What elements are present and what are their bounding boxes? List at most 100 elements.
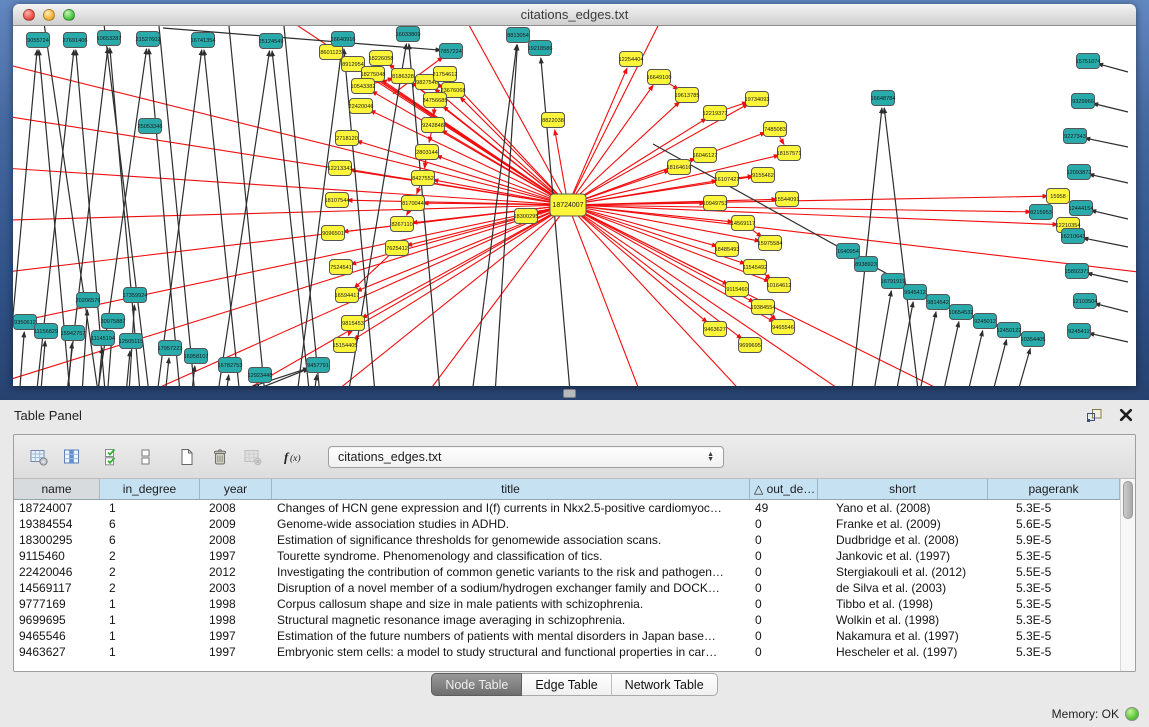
- table-row[interactable]: 977716911998Corpus callosum shape and si…: [14, 596, 1135, 612]
- graph-node[interactable]: 8427552: [412, 171, 435, 186]
- graph-node[interactable]: 7857224: [440, 44, 463, 59]
- graph-node[interactable]: 1640954: [837, 244, 860, 259]
- graph-node[interactable]: 12450122: [997, 323, 1022, 338]
- graph-node[interactable]: 16648784: [871, 91, 896, 106]
- graph-node[interactable]: 10543382: [351, 79, 376, 94]
- graph-node[interactable]: 15975584: [758, 236, 783, 251]
- graph-node[interactable]: 15942757: [61, 326, 86, 341]
- graph-node[interactable]: 12213343: [328, 161, 353, 176]
- table-vertical-scrollbar[interactable]: [1120, 479, 1135, 671]
- graph-node[interactable]: 19384554: [751, 300, 776, 315]
- graph-node[interactable]: 9055724: [27, 33, 50, 48]
- deselect-all-button[interactable]: [131, 441, 161, 473]
- select-all-button[interactable]: [98, 441, 128, 473]
- column-header-short[interactable]: short: [818, 479, 988, 499]
- graph-node[interactable]: 18107544: [325, 193, 350, 208]
- graph-node[interactable]: 8813054: [507, 28, 530, 43]
- close-window-button[interactable]: [23, 9, 35, 21]
- float-panel-button[interactable]: [1086, 408, 1103, 423]
- graph-node[interactable]: 30975887: [101, 314, 126, 329]
- graph-node[interactable]: 15751074: [1076, 54, 1101, 69]
- graph-node[interactable]: 16107427: [715, 172, 740, 187]
- graph-node[interactable]: 9945412: [904, 285, 927, 300]
- scrollbar-thumb[interactable]: [1123, 481, 1133, 519]
- graph-node[interactable]: 11545492: [743, 260, 767, 275]
- graph-node[interactable]: 2803144: [416, 145, 439, 160]
- graph-node[interactable]: 15544091: [775, 192, 800, 207]
- graph-node[interactable]: 15958: [1047, 189, 1070, 204]
- graph-node[interactable]: 16033809: [396, 27, 421, 42]
- graph-node[interactable]: 25053346: [138, 119, 163, 134]
- graph-node[interactable]: 9245012: [974, 314, 997, 329]
- table-row[interactable]: 1872400712008Changes of HCN gene express…: [14, 500, 1135, 516]
- graph-node[interactable]: 14569117: [731, 216, 755, 231]
- graph-node[interactable]: 19218586: [528, 41, 553, 56]
- new-column-button[interactable]: [172, 441, 202, 473]
- graph-node[interactable]: 10354405: [1021, 332, 1046, 347]
- graph-node[interactable]: 7524541: [330, 260, 353, 275]
- graph-node[interactable]: 27691406: [63, 33, 88, 48]
- graph-node[interactable]: 8170044: [402, 196, 425, 211]
- graph-node[interactable]: 9463627: [704, 322, 727, 337]
- table-row[interactable]: 969969511998Structural magnetic resonanc…: [14, 612, 1135, 628]
- network-canvas[interactable]: 1872400786011238912954182260581827504810…: [13, 26, 1136, 386]
- graph-node[interactable]: 8215953: [1030, 205, 1053, 220]
- table-row[interactable]: 1938455462009Genome-wide association stu…: [14, 516, 1135, 532]
- graph-node[interactable]: 25124549: [259, 34, 284, 49]
- graph-node[interactable]: 9814542: [927, 295, 950, 310]
- graph-node[interactable]: 17957223: [158, 341, 183, 356]
- graph-node[interactable]: 12254404: [619, 52, 644, 67]
- graph-node[interactable]: 8822038: [542, 113, 565, 128]
- table-row[interactable]: 1456911722003Disruption of a novel membe…: [14, 580, 1135, 596]
- tab-node-table[interactable]: Node Table: [431, 673, 522, 696]
- graph-node[interactable]: 9096501: [322, 226, 345, 241]
- graph-node[interactable]: 16791919: [881, 274, 906, 289]
- graph-node[interactable]: 34756685: [423, 93, 448, 108]
- graph-node[interactable]: 11145194: [91, 331, 115, 346]
- column-header-pagerank[interactable]: pagerank: [988, 479, 1120, 499]
- graph-node[interactable]: 10949753: [703, 196, 728, 211]
- graph-node[interactable]: 16782753: [218, 358, 243, 373]
- graph-node[interactable]: 9699695: [739, 338, 762, 353]
- graph-node[interactable]: 19734093: [745, 92, 770, 107]
- graph-node[interactable]: 18157571: [777, 146, 802, 161]
- minimize-window-button[interactable]: [43, 9, 55, 21]
- graph-node[interactable]: 16741354: [191, 33, 216, 48]
- graph-node[interactable]: 16594417: [335, 288, 360, 303]
- graph-node[interactable]: 8186328: [392, 69, 415, 84]
- graph-node[interactable]: 12093872: [1067, 165, 1092, 180]
- graph-node[interactable]: 15892371: [1065, 264, 1090, 279]
- table-mode-button[interactable]: [24, 441, 54, 473]
- table-row[interactable]: 1830029562008Estimation of significance …: [14, 532, 1135, 548]
- zoom-window-button[interactable]: [63, 9, 75, 21]
- table-row[interactable]: 946362711997Embryonic stem cells: a mode…: [14, 644, 1135, 660]
- graph-node[interactable]: 8267110: [391, 217, 414, 232]
- graph-node[interactable]: 9457791: [307, 358, 330, 373]
- graph-node[interactable]: 9350612: [14, 315, 37, 330]
- graph-node[interactable]: 22420046: [349, 99, 374, 114]
- tab-edge-table[interactable]: Edge Table: [522, 673, 611, 696]
- graph-node[interactable]: 9115460: [726, 282, 749, 297]
- graph-node[interactable]: 9329966: [1072, 94, 1095, 109]
- graph-node[interactable]: 15154405: [333, 338, 358, 353]
- column-header-year[interactable]: year: [200, 479, 272, 499]
- graph-node[interactable]: 9155462: [752, 168, 775, 183]
- graph-node[interactable]: 19613785: [675, 88, 700, 103]
- graph-node[interactable]: 7625412: [386, 241, 409, 256]
- window-titlebar[interactable]: citations_edges.txt: [13, 4, 1136, 26]
- graph-node[interactable]: 8938923: [855, 257, 878, 272]
- graph-node[interactable]: 12923448: [248, 368, 273, 383]
- graph-node[interactable]: 9245412: [1068, 324, 1091, 339]
- graph-node[interactable]: 18226058: [369, 51, 394, 66]
- column-header-in_degree[interactable]: in_degree: [100, 479, 200, 499]
- tab-network-table[interactable]: Network Table: [612, 673, 718, 696]
- graph-node[interactable]: 18300295: [514, 209, 539, 224]
- graph-node[interactable]: 12219377: [703, 106, 728, 121]
- graph-node[interactable]: 16210643: [1061, 229, 1086, 244]
- column-header-title[interactable]: title: [272, 479, 750, 499]
- graph-node[interactable]: 16640916: [331, 32, 356, 47]
- graph-node[interactable]: 12103504: [1073, 294, 1098, 309]
- graph-node[interactable]: 20206576: [76, 293, 101, 308]
- table-row[interactable]: 911546021997Tourette syndrome. Phenomeno…: [14, 548, 1135, 564]
- table-selector[interactable]: citations_edges.txt ▲▼: [328, 446, 724, 468]
